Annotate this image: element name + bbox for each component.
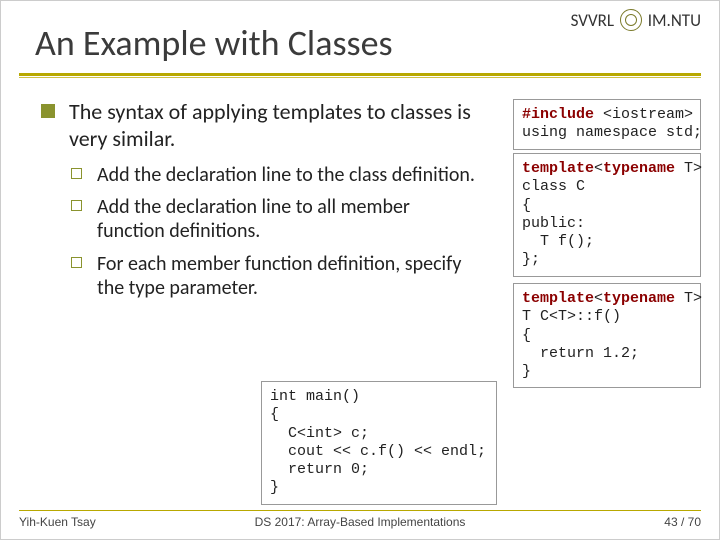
- bullet-sub-3-text: For each member function definition, spe…: [97, 252, 461, 300]
- code-includes: #include <iostream> using namespace std;: [513, 99, 701, 150]
- org-left: SVVRL: [571, 10, 614, 31]
- code-classdef: template<typename T> class C { public: T…: [513, 153, 701, 277]
- bullet-sub-2: Add the declaration line to all member f…: [71, 195, 481, 244]
- footer-rule: [19, 510, 701, 511]
- bullet-sub-1: Add the declaration line to the class de…: [71, 163, 481, 187]
- code-funcdef-l1b: <: [594, 290, 603, 307]
- bullet-sub-3: For each member function definition, spe…: [71, 252, 481, 301]
- org-right: IM.NTU: [648, 10, 701, 31]
- code-classdef-l3: {: [522, 197, 531, 214]
- header-org: SVVRL IM.NTU: [571, 9, 701, 31]
- kw-typename-2: typename: [603, 290, 675, 307]
- logo-icon: [620, 9, 642, 31]
- code-classdef-l1b: <: [594, 160, 603, 177]
- hollow-square-bullet-icon: [71, 257, 82, 268]
- bullet-sub-1-text: Add the declaration line to the class de…: [97, 163, 475, 187]
- body-text: The syntax of applying templates to clas…: [41, 99, 481, 309]
- code-classdef-l5: T f();: [522, 233, 594, 250]
- code-funcdef-l2: T C<T>::f(): [522, 308, 621, 325]
- code-classdef-l1d: T>: [675, 160, 702, 177]
- footer-course: DS 2017: Array-Based Implementations: [19, 515, 701, 529]
- title-rule: [19, 73, 701, 76]
- code-main: int main() { C<int> c; cout << c.f() << …: [261, 381, 497, 505]
- kw-include: #include: [522, 106, 594, 123]
- code-funcdef-l1d: T>: [675, 290, 702, 307]
- code-classdef-l4: public:: [522, 215, 585, 232]
- bullet-main-text: The syntax of applying templates to clas…: [69, 98, 471, 152]
- code-main-l1: int main(): [270, 388, 360, 405]
- bullet-main: The syntax of applying templates to clas…: [41, 99, 481, 153]
- kw-template-1: template: [522, 160, 594, 177]
- bullet-sub-2-text: Add the declaration line to all member f…: [97, 195, 410, 243]
- code-includes-l2: using namespace std;: [522, 124, 702, 141]
- code-main-l3: C<int> c;: [270, 425, 369, 442]
- code-main-l6: }: [270, 479, 279, 496]
- code-funcdef: template<typename T> T C<T>::f() { retur…: [513, 283, 701, 388]
- code-main-l4: cout << c.f() << endl;: [270, 443, 486, 460]
- code-main-l5: return 0;: [270, 461, 369, 478]
- title-rule-thin: [19, 77, 701, 78]
- code-classdef-l2: class C: [522, 178, 585, 195]
- code-funcdef-l4: return 1.2;: [522, 345, 639, 362]
- kw-typename-1: typename: [603, 160, 675, 177]
- code-includes-l1b: <iostream>: [594, 106, 693, 123]
- code-funcdef-l3: {: [522, 327, 531, 344]
- hollow-square-bullet-icon: [71, 168, 82, 179]
- code-classdef-l6: };: [522, 251, 540, 268]
- code-funcdef-l5: }: [522, 363, 531, 380]
- hollow-square-bullet-icon: [71, 200, 82, 211]
- footer-page: 43 / 70: [664, 515, 701, 529]
- kw-template-2: template: [522, 290, 594, 307]
- code-main-l2: {: [270, 406, 279, 423]
- square-bullet-icon: [41, 104, 55, 118]
- slide-title: An Example with Classes: [35, 21, 393, 65]
